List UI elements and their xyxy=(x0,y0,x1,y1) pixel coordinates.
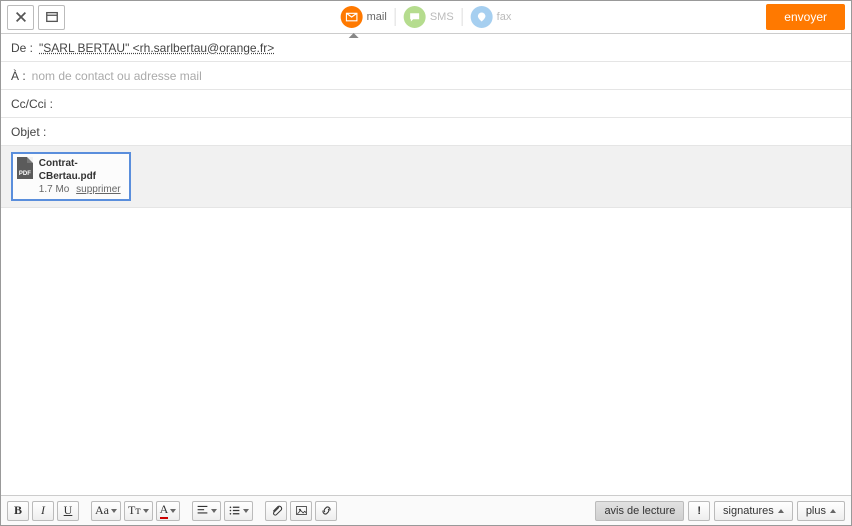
from-value[interactable]: "SARL BERTAU" <rh.sarlbertau@orange.fr> xyxy=(39,41,274,55)
compose-window: mail SMS fax envoyer De : "SARL BERTAU" … xyxy=(0,0,852,526)
font-family-button[interactable]: Tᴛ xyxy=(124,501,153,521)
image-icon xyxy=(295,504,308,517)
attachment-area: PDF Contrat-CBertau.pdf 1.7 Mo supprimer xyxy=(1,146,851,208)
compose-body[interactable] xyxy=(1,208,851,495)
underline-button[interactable]: U xyxy=(57,501,79,521)
font-size-button[interactable]: Aa xyxy=(91,501,121,521)
sms-icon xyxy=(404,6,426,28)
list-button[interactable] xyxy=(224,501,253,521)
font-color-button[interactable]: A xyxy=(156,501,181,521)
attach-button[interactable] xyxy=(265,501,287,521)
mail-icon xyxy=(341,6,363,28)
priority-button[interactable]: ! xyxy=(688,501,710,521)
align-button[interactable] xyxy=(192,501,221,521)
channel-sms[interactable]: SMS xyxy=(404,6,454,28)
attachment-delete-link[interactable]: supprimer xyxy=(76,184,120,195)
cc-row[interactable]: Cc/Cci : xyxy=(1,90,851,118)
channel-fax-label: fax xyxy=(497,11,512,23)
to-label: À : xyxy=(11,69,26,83)
send-button[interactable]: envoyer xyxy=(766,4,845,30)
from-label: De : xyxy=(11,41,33,55)
list-icon xyxy=(228,504,241,517)
link-icon xyxy=(320,504,333,517)
subject-input[interactable] xyxy=(52,125,841,139)
channel-mail-label: mail xyxy=(367,11,387,23)
italic-button[interactable]: I xyxy=(32,501,54,521)
attachment-item[interactable]: PDF Contrat-CBertau.pdf 1.7 Mo supprimer xyxy=(11,152,131,201)
formatting-toolbar: B I U Aa Tᴛ A xyxy=(1,495,851,525)
toolbar-right: avis de lecture ! signatures plus xyxy=(595,501,845,521)
to-input[interactable] xyxy=(32,69,841,83)
subject-label: Objet : xyxy=(11,125,46,139)
align-icon xyxy=(196,504,209,517)
close-button[interactable] xyxy=(7,5,34,30)
attachment-info: Contrat-CBertau.pdf 1.7 Mo supprimer xyxy=(39,157,123,196)
top-bar: mail SMS fax envoyer xyxy=(1,1,851,34)
image-button[interactable] xyxy=(290,501,312,521)
bold-button[interactable]: B xyxy=(7,501,29,521)
channel-sms-label: SMS xyxy=(430,11,454,23)
channel-tabs: mail SMS fax xyxy=(341,6,512,28)
attachment-meta: 1.7 Mo supprimer xyxy=(39,183,123,196)
from-row: De : "SARL BERTAU" <rh.sarlbertau@orange… xyxy=(1,34,851,62)
channel-mail[interactable]: mail xyxy=(341,6,387,28)
channel-fax[interactable]: fax xyxy=(471,6,512,28)
to-row: À : xyxy=(1,62,851,90)
link-button[interactable] xyxy=(315,501,337,521)
paperclip-icon xyxy=(270,504,283,517)
channel-separator xyxy=(462,8,463,26)
more-button[interactable]: plus xyxy=(797,501,845,521)
cc-label: Cc/Cci : xyxy=(11,97,53,111)
attachment-name: Contrat-CBertau.pdf xyxy=(39,157,123,183)
attachment-size: 1.7 Mo xyxy=(39,184,70,195)
channel-separator xyxy=(395,8,396,26)
read-receipt-button[interactable]: avis de lecture xyxy=(595,501,684,521)
signatures-button[interactable]: signatures xyxy=(714,501,793,521)
detach-window-button[interactable] xyxy=(38,5,65,30)
fax-icon xyxy=(471,6,493,28)
pdf-file-icon: PDF xyxy=(17,157,33,179)
subject-row: Objet : xyxy=(1,118,851,146)
